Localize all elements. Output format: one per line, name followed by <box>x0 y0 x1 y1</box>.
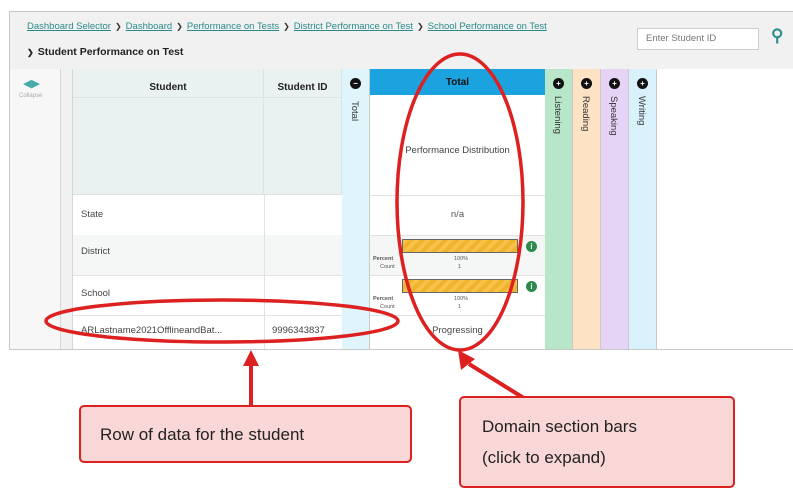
page-title-text: Student Performance on Test <box>37 46 184 58</box>
chevron-right-icon: ❯ <box>114 22 122 31</box>
school-percent-value: 100% <box>454 296 469 302</box>
speaking-label: Speaking <box>608 96 619 136</box>
state-row: State <box>73 195 363 236</box>
district-distribution-bar[interactable] <box>402 239 518 253</box>
breadcrumb-dashboard-selector[interactable]: Dashboard Selector <box>27 21 111 32</box>
listening-domain-bar[interactable]: + Listening <box>545 69 573 349</box>
total-vertical-label: Total <box>349 101 360 122</box>
school-distribution-bar[interactable] <box>402 279 518 293</box>
breadcrumb: Dashboard Selector ❯ Dashboard ❯ Performance… <box>27 21 547 32</box>
speaking-domain-bar[interactable]: + Speaking <box>601 69 629 349</box>
student-id-header-label: Student ID <box>277 82 328 93</box>
domain-callout-box: Domain section bars (click to expand) <box>459 396 735 488</box>
breadcrumb-district-performance[interactable]: District Performance on Test <box>294 21 413 32</box>
reading-label: Reading <box>580 96 591 132</box>
student-header-label: Student <box>149 82 187 93</box>
student-status: Progressing <box>432 325 483 336</box>
writing-domain-bar[interactable]: + Writing <box>629 69 657 349</box>
screenshot-frame: Dashboard Selector ❯ Dashboard ❯ Performance… <box>9 11 793 350</box>
student-id-search-input[interactable]: Enter Student ID <box>637 28 759 50</box>
district-percent-label: Percent <box>373 256 394 262</box>
row-callout-text: Row of data for the student <box>100 425 305 444</box>
expand-plus-icon[interactable]: + <box>609 78 620 89</box>
school-row: School <box>73 275 363 316</box>
expand-plus-icon[interactable]: + <box>581 78 592 89</box>
total-header-label: Total <box>445 77 470 88</box>
school-count-value: 1 <box>458 304 462 310</box>
total-collapsed-column[interactable]: − Total <box>342 69 370 349</box>
domain-callout-line1: Domain section bars <box>482 417 637 436</box>
chevron-right-icon: ❯ <box>283 22 290 31</box>
writing-label: Writing <box>636 96 647 126</box>
expand-plus-icon[interactable]: + <box>553 78 564 89</box>
row-callout-box: Row of data for the student <box>79 405 412 463</box>
expand-plus-icon[interactable]: + <box>637 78 648 89</box>
student-id-value: 9996343837 <box>272 325 325 336</box>
district-count-label: Count <box>380 264 395 270</box>
info-icon[interactable]: i <box>526 281 537 292</box>
district-label: District <box>81 246 111 257</box>
state-label: State <box>81 209 104 220</box>
breadcrumb-school-performance[interactable]: School Performance on Test <box>428 21 547 32</box>
district-percent-value: 100% <box>454 256 469 262</box>
breadcrumb-dashboard[interactable]: Dashboard <box>126 21 172 32</box>
arrow-head-icon <box>458 350 475 370</box>
district-count-value: 1 <box>458 264 462 270</box>
chevron-right-icon: ❯ <box>176 22 183 31</box>
domain-callout-line2: (click to expand) <box>482 448 606 467</box>
school-count-label: Count <box>380 304 395 310</box>
info-icon[interactable]: i <box>526 241 537 252</box>
page-title: ❯ Student Performance on Test <box>27 46 183 58</box>
student-column-header[interactable]: Student <box>73 69 264 195</box>
chevron-right-icon: ❯ <box>416 22 424 31</box>
student-name[interactable]: ARLastname2021OfflineandBat... <box>81 325 222 336</box>
performance-distribution-label: Performance Distribution <box>405 145 510 156</box>
breadcrumb-performance-on-tests[interactable]: Performance on Tests <box>187 21 279 32</box>
state-value: n/a <box>450 209 465 220</box>
listening-label: Listening <box>552 96 563 135</box>
total-header[interactable]: Total <box>370 69 545 95</box>
collapse-minus-icon[interactable]: − <box>350 78 361 89</box>
school-percent-label: Percent <box>373 296 394 302</box>
collapse-arrows-icon[interactable]: ◀▶ <box>23 77 40 90</box>
total-column: Total Performance Distribution n/a i Per… <box>370 69 546 349</box>
school-label: School <box>81 288 111 299</box>
results-table: Student Student ID State District School… <box>72 69 793 349</box>
search-icon[interactable]: ⚲ <box>771 26 783 46</box>
collapse-label: Collapse <box>19 93 43 99</box>
reading-domain-bar[interactable]: + Reading <box>573 69 601 349</box>
arrow-head-icon <box>243 350 259 366</box>
district-row: District <box>73 235 363 276</box>
left-sidebar: ◀▶ Collapse <box>10 69 61 349</box>
student-data-row[interactable]: ARLastname2021OfflineandBat... 999634383… <box>73 315 363 349</box>
chevron-right-icon: ❯ <box>27 48 34 57</box>
student-id-column-header[interactable]: Student ID <box>264 69 342 195</box>
